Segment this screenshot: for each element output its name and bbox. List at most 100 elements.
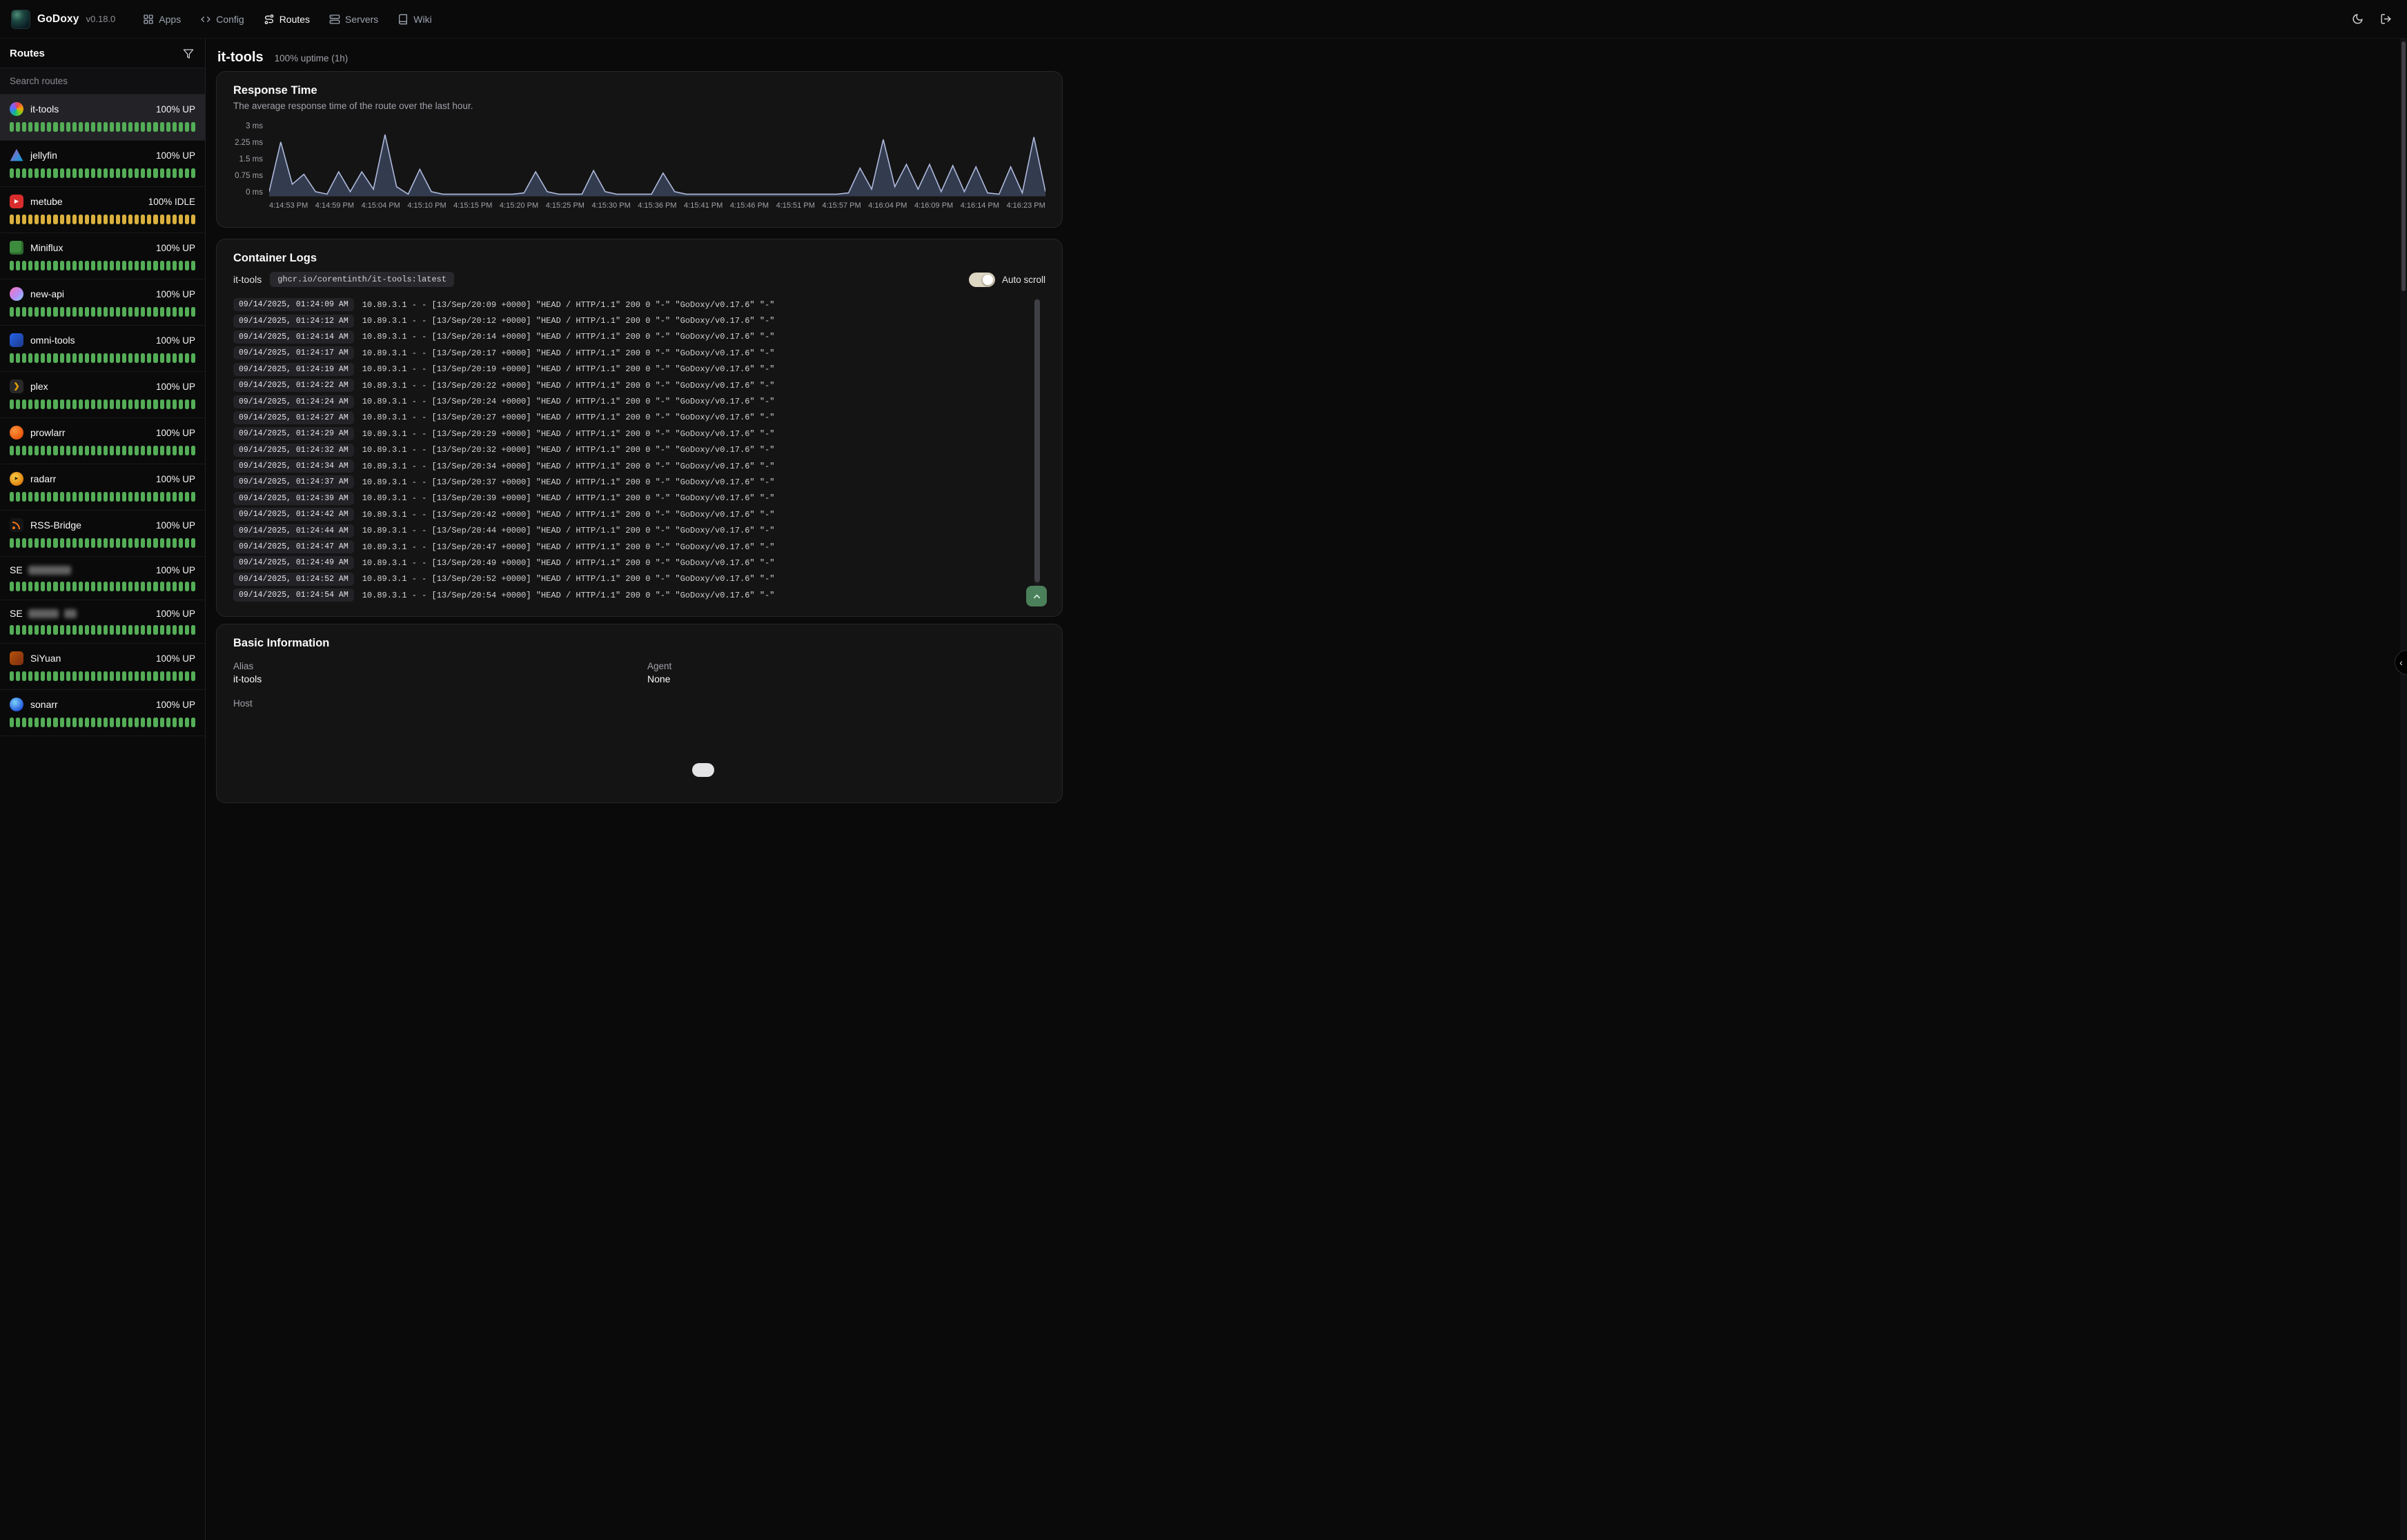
uptime-bar — [10, 718, 14, 727]
route-list-item[interactable]: ▸ radarr 100% UP — [0, 464, 205, 511]
uptime-summary: 100% uptime (1h) — [275, 53, 348, 63]
log-message: 10.89.3.1 - - [13/Sep/20:27 +0000] "HEAD… — [362, 413, 775, 422]
uptime-bar — [10, 353, 14, 363]
logout-icon[interactable] — [2380, 13, 2392, 25]
uptime-bar — [41, 215, 45, 224]
uptime-bar — [122, 625, 126, 635]
uptime-bar — [41, 538, 45, 548]
uptime-bar — [66, 446, 70, 455]
uptime-bar — [16, 307, 20, 317]
uptime-bar — [122, 582, 126, 591]
uptime-bar — [141, 718, 145, 727]
uptime-bar — [85, 353, 89, 363]
log-scrollbar-thumb[interactable] — [1034, 299, 1040, 582]
book-icon — [397, 14, 409, 25]
uptime-bar — [16, 625, 20, 635]
route-status-badge: 100% UP — [156, 653, 195, 664]
route-list-item[interactable]: Miniflux 100% UP — [0, 233, 205, 279]
uptime-bar — [79, 492, 83, 502]
route-name: jellyfin — [30, 150, 57, 161]
uptime-bar — [141, 168, 145, 178]
log-scrollbar-track — [1034, 298, 1040, 599]
y-axis-label: 3 ms — [246, 122, 263, 130]
nav-item-servers[interactable]: Servers — [329, 14, 378, 25]
log-row: 09/14/2025, 01:24:39 AM 10.89.3.1 - - [1… — [233, 491, 1025, 506]
uptime-bar — [22, 538, 26, 548]
route-row-header: ▸ radarr 100% UP — [10, 472, 195, 486]
uptime-bar — [128, 671, 132, 681]
uptime-bar — [10, 399, 14, 409]
nav-item-apps[interactable]: Apps — [143, 14, 181, 25]
log-row: 09/14/2025, 01:24:44 AM 10.89.3.1 - - [1… — [233, 522, 1025, 538]
uptime-bar — [179, 582, 183, 591]
uptime-bar — [53, 718, 57, 727]
route-list-item[interactable]: new-api 100% UP — [0, 279, 205, 326]
search-routes-input[interactable] — [0, 68, 205, 94]
uptime-bar — [79, 261, 83, 270]
uptime-bar — [104, 446, 108, 455]
uptime-bar — [135, 168, 139, 178]
uptime-bar — [122, 718, 126, 727]
route-name: plex — [30, 381, 48, 392]
uptime-bar — [41, 399, 45, 409]
auto-scroll-toggle[interactable] — [969, 273, 995, 287]
uptime-bar — [22, 625, 26, 635]
route-list-item[interactable]: it-tools 100% UP — [0, 95, 205, 141]
uptime-bar — [141, 307, 145, 317]
uptime-bar — [97, 353, 101, 363]
theme-toggle-moon-icon[interactable] — [2352, 13, 2364, 25]
route-row-header: sonarr 100% UP — [10, 698, 195, 711]
route-list-item[interactable]: sonarr 100% UP — [0, 690, 205, 736]
log-message: 10.89.3.1 - - [13/Sep/20:24 +0000] "HEAD… — [362, 397, 775, 406]
uptime-bar — [135, 215, 139, 224]
log-message: 10.89.3.1 - - [13/Sep/20:09 +0000] "HEAD… — [362, 300, 775, 310]
uptime-bar — [153, 492, 157, 502]
uptime-bar — [41, 582, 45, 591]
route-uptime-bars — [10, 718, 195, 727]
brand[interactable]: GoDoxy v0.18.0 — [11, 10, 115, 29]
nav-item-routes[interactable]: Routes — [264, 14, 310, 25]
nav-item-config[interactable]: Config — [200, 14, 244, 25]
uptime-bar — [85, 625, 89, 635]
uptime-bar — [79, 671, 83, 681]
uptime-bar — [179, 168, 183, 178]
route-list-item[interactable]: SE 100% UP — [0, 557, 205, 600]
plex-icon: ❯ — [10, 379, 23, 393]
uptime-bar — [85, 122, 89, 132]
uptime-bar — [173, 718, 177, 727]
route-uptime-bars — [10, 538, 195, 548]
page-title: it-tools — [217, 50, 264, 66]
uptime-bar — [97, 671, 101, 681]
uptime-bar — [191, 122, 195, 132]
route-list-item[interactable]: omni-tools 100% UP — [0, 326, 205, 372]
uptime-bar — [97, 718, 101, 727]
route-list-item[interactable]: ▶ metube 100% IDLE — [0, 187, 205, 233]
route-list-item[interactable]: ❯ plex 100% UP — [0, 372, 205, 418]
panel-collapse-handle[interactable]: ‹ — [2395, 650, 2407, 675]
uptime-bar — [116, 399, 120, 409]
uptime-bar — [22, 122, 26, 132]
uptime-bar — [66, 671, 70, 681]
uptime-bar — [128, 353, 132, 363]
uptime-bar — [179, 492, 183, 502]
route-list-item[interactable]: SE 100% UP — [0, 600, 205, 644]
basic-information-card: Basic Information Alias it-tools Agent N… — [216, 624, 1063, 803]
route-list-item[interactable]: prowlarr 100% UP — [0, 418, 205, 464]
scroll-to-top-button[interactable] — [1026, 586, 1047, 606]
page-scrollbar-thumb[interactable] — [2401, 41, 2406, 291]
uptime-bar — [41, 353, 45, 363]
route-list-item[interactable]: SiYuan 100% UP — [0, 644, 205, 690]
uptime-bar — [110, 307, 114, 317]
route-list-item[interactable]: jellyfin 100% UP — [0, 141, 205, 187]
uptime-bar — [97, 168, 101, 178]
nav-item-wiki[interactable]: Wiki — [397, 14, 431, 25]
route-list-item[interactable]: RSS-Bridge 100% UP — [0, 511, 205, 557]
uptime-bar — [110, 261, 114, 270]
uptime-bar — [153, 718, 157, 727]
uptime-bar — [185, 122, 189, 132]
route-name: SiYuan — [30, 653, 61, 664]
container-image-badge: ghcr.io/corentinth/it-tools:latest — [270, 272, 454, 287]
uptime-bar — [10, 671, 14, 681]
filter-icon[interactable] — [183, 48, 194, 59]
route-name: SE — [10, 564, 71, 575]
